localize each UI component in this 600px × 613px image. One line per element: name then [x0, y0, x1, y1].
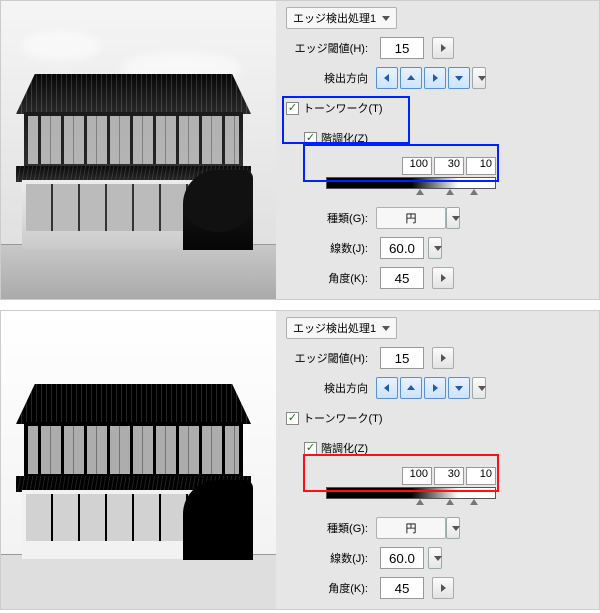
lines-label: 線数(J):	[286, 240, 376, 256]
triangle-right-icon	[441, 584, 446, 592]
process-dropdown-value: エッジ検出処理1	[293, 320, 376, 336]
angle-label: 角度(K):	[286, 270, 376, 286]
direction-right-button[interactable]	[424, 377, 446, 399]
chevron-down-icon	[452, 526, 460, 531]
angle-input[interactable]	[380, 577, 424, 599]
lines-dropdown-arrow[interactable]	[428, 237, 442, 259]
angle-label: 角度(K):	[286, 580, 376, 596]
tonework-checkbox[interactable]: トーンワーク(T)	[286, 100, 383, 116]
type-value: 円	[406, 520, 417, 536]
tonework-label: トーンワーク(T)	[303, 100, 383, 116]
type-value: 円	[406, 210, 417, 226]
direction-down-button[interactable]	[448, 377, 470, 399]
grad-value-2[interactable]: 30	[434, 467, 464, 485]
tonework-label: トーンワーク(T)	[303, 410, 383, 426]
grad-tick[interactable]	[446, 189, 454, 195]
gradient-bar[interactable]	[326, 487, 496, 499]
grad-tick[interactable]	[416, 499, 424, 505]
posterize-label: 階調化(Z)	[321, 440, 368, 456]
grad-value-1[interactable]: 100	[402, 157, 432, 175]
angle-input[interactable]	[380, 267, 424, 289]
settings-panel: エッジ検出処理1 エッジ閾値(H): 検出方向 トーンワーク(T)	[276, 1, 599, 299]
chevron-down-icon	[478, 76, 486, 81]
direction-label: 検出方向	[286, 70, 376, 86]
chevron-down-icon	[382, 16, 390, 21]
angle-spinner[interactable]	[432, 577, 454, 599]
type-dropdown-arrow[interactable]	[446, 517, 460, 539]
preview-image	[1, 311, 276, 609]
triangle-right-icon	[441, 354, 446, 362]
grad-tick[interactable]	[470, 499, 478, 505]
chevron-down-icon	[434, 246, 442, 251]
gradient-control[interactable]: 100 30 10	[326, 157, 496, 197]
direction-more-button[interactable]	[472, 377, 486, 399]
direction-up-button[interactable]	[400, 67, 422, 89]
direction-up-button[interactable]	[400, 377, 422, 399]
chevron-down-icon	[478, 386, 486, 391]
threshold-label: エッジ閾値(H):	[286, 40, 376, 56]
checkbox-icon	[286, 412, 299, 425]
type-label: 種類(G):	[286, 210, 376, 226]
grad-value-3[interactable]: 10	[466, 157, 496, 175]
tonework-checkbox[interactable]: トーンワーク(T)	[286, 410, 383, 426]
direction-label: 検出方向	[286, 380, 376, 396]
process-dropdown-value: エッジ検出処理1	[293, 10, 376, 26]
chevron-down-icon	[382, 326, 390, 331]
checkbox-icon	[304, 132, 317, 145]
angle-spinner[interactable]	[432, 267, 454, 289]
triangle-right-icon	[441, 44, 446, 52]
grad-value-1[interactable]: 100	[402, 467, 432, 485]
preview-image	[1, 1, 276, 299]
triangle-right-icon	[441, 274, 446, 282]
chevron-down-icon	[434, 556, 442, 561]
grad-value-3[interactable]: 10	[466, 467, 496, 485]
settings-panel: エッジ検出処理1 エッジ閾値(H): 検出方向 トーンワーク(T)	[276, 311, 599, 609]
direction-left-button[interactable]	[376, 377, 398, 399]
type-label: 種類(G):	[286, 520, 376, 536]
direction-down-button[interactable]	[448, 67, 470, 89]
lines-label: 線数(J):	[286, 550, 376, 566]
lines-input[interactable]	[380, 547, 424, 569]
direction-right-button[interactable]	[424, 67, 446, 89]
direction-more-button[interactable]	[472, 67, 486, 89]
grad-tick[interactable]	[416, 189, 424, 195]
grad-value-2[interactable]: 30	[434, 157, 464, 175]
threshold-label: エッジ閾値(H):	[286, 350, 376, 366]
gradient-bar[interactable]	[326, 177, 496, 189]
type-dropdown[interactable]: 円	[376, 517, 446, 539]
posterize-checkbox[interactable]: 階調化(Z)	[304, 130, 368, 146]
chevron-down-icon	[452, 216, 460, 221]
grad-tick[interactable]	[470, 189, 478, 195]
posterize-checkbox[interactable]: 階調化(Z)	[304, 440, 368, 456]
posterize-label: 階調化(Z)	[321, 130, 368, 146]
threshold-input[interactable]	[380, 37, 424, 59]
threshold-spinner[interactable]	[432, 37, 454, 59]
direction-left-button[interactable]	[376, 67, 398, 89]
type-dropdown[interactable]: 円	[376, 207, 446, 229]
checkbox-icon	[304, 442, 317, 455]
threshold-spinner[interactable]	[432, 347, 454, 369]
threshold-input[interactable]	[380, 347, 424, 369]
grad-tick[interactable]	[446, 499, 454, 505]
gradient-control[interactable]: 100 30 10	[326, 467, 496, 507]
process-dropdown[interactable]: エッジ検出処理1	[286, 7, 397, 29]
type-dropdown-arrow[interactable]	[446, 207, 460, 229]
process-dropdown[interactable]: エッジ検出処理1	[286, 317, 397, 339]
lines-dropdown-arrow[interactable]	[428, 547, 442, 569]
checkbox-icon	[286, 102, 299, 115]
lines-input[interactable]	[380, 237, 424, 259]
